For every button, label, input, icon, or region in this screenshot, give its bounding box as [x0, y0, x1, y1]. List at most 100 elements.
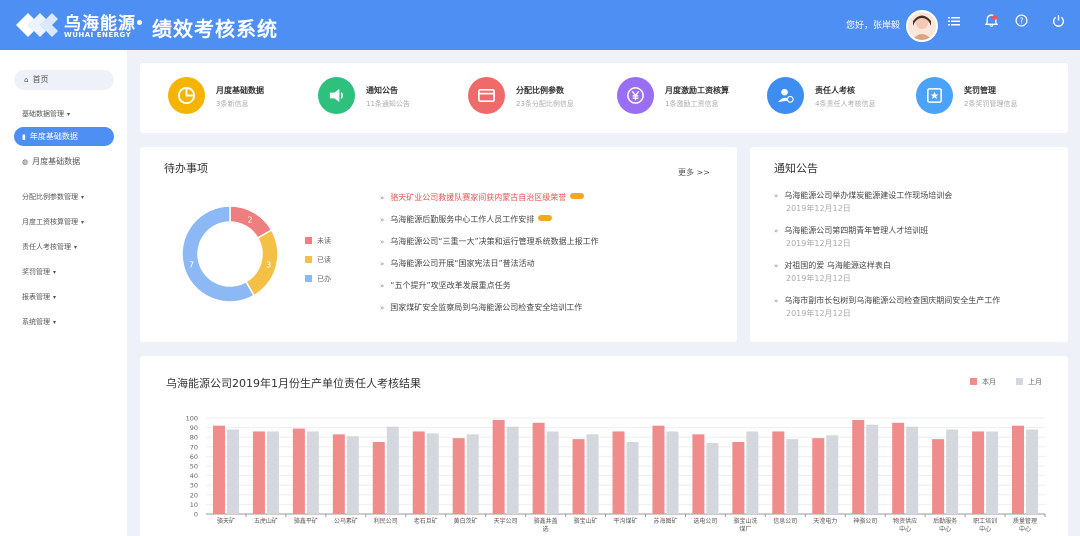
sidebar-item-annual-data[interactable]: ▮ 年度基础数据: [14, 127, 114, 146]
notice-item[interactable]: » 对祖国的爱 乌海能源这样表白: [774, 260, 891, 271]
bar-last-month: [666, 431, 679, 514]
sidebar-item-home[interactable]: ⌂ 首页: [14, 70, 114, 90]
home-icon: ⌂: [24, 76, 29, 84]
bar-this-month: [292, 428, 305, 514]
sidebar-group-ratio[interactable]: 分配比例参数管理 ▾: [22, 192, 84, 202]
bar-this-month: [692, 434, 705, 514]
title-dot: [137, 20, 142, 25]
bar-this-month: [892, 422, 905, 514]
x-tick-label: 选电公司: [693, 517, 717, 525]
notice-date: 2019年12月12日: [786, 204, 851, 213]
bar-last-month: [426, 433, 439, 514]
todo-panel: 待办事项 更多 >> 2 3 7 未读 已读 已办 » 骆天矿业公司救援队赛家间获内蒙…: [140, 147, 737, 342]
todo-item[interactable]: » 乌海能源公司“三重一大”决策和运行管理系统数据上报工作: [380, 236, 599, 247]
x-tick-label: 公乌素矿: [334, 517, 358, 525]
quick-link-incentive[interactable]: 月度激励工资核算 1条激励工资信息: [617, 77, 757, 117]
bar-last-month: [986, 431, 999, 514]
new-badge: [570, 193, 585, 199]
new-badge: [538, 215, 553, 221]
bar-last-month: [506, 426, 519, 514]
y-tick-label: 30: [190, 482, 198, 490]
x-tick-label: 骆鑫平矿: [294, 517, 318, 525]
notice-item[interactable]: » 乌海能源公司第四期青年管理人才培训班: [774, 225, 928, 236]
sidebar-group-assessment[interactable]: 责任人考核管理 ▾: [22, 242, 77, 252]
bar-this-month: [652, 425, 665, 514]
bar-this-month: [1012, 425, 1025, 514]
x-tick-label: 中心: [979, 525, 991, 533]
chevron-down-icon: ▾: [74, 244, 78, 251]
award-icon: [916, 77, 953, 114]
bar-chart: 0 10 2030 4050 60 7080 90100 骆天矿 五虎山矿 骆鑫平矿 公乌素矿 利民公…: [186, 415, 1046, 533]
x-tick-label: 利民公司: [374, 517, 398, 525]
menu-list-icon[interactable]: [945, 14, 963, 34]
bar-this-month: [252, 431, 265, 514]
sidebar-group-system[interactable]: 系统管理 ▾: [22, 317, 56, 327]
x-tick-label: 职工培训: [973, 517, 997, 525]
x-tick-label: 骆鑫井盖: [534, 517, 558, 525]
bar-this-month: [452, 438, 465, 514]
y-tick-label: 80: [190, 434, 198, 442]
notice-date: 2019年12月12日: [786, 274, 851, 283]
x-tick-label: 中心: [939, 525, 951, 533]
notice-item[interactable]: » 乌海市副市长包树到乌海能源公司检查国庆期间安全生产工作: [774, 295, 1000, 306]
bar-last-month: [1026, 429, 1039, 514]
card-icon: [468, 77, 505, 114]
y-tick-label: 40: [190, 472, 198, 480]
x-tick-label: 后勤服务: [933, 517, 957, 525]
todo-item[interactable]: » “五个提升”攻坚改革发展重点任务: [380, 280, 511, 291]
power-icon[interactable]: [1049, 14, 1067, 34]
sidebar-group-basic[interactable]: 基础数据管理 ▾: [22, 109, 70, 119]
svg-text:?: ?: [1019, 16, 1023, 25]
sidebar-group-report[interactable]: 报表管理 ▾: [22, 292, 56, 302]
chevron-down-icon: ▾: [53, 319, 57, 326]
bar-last-month: [826, 435, 839, 514]
chevron-down-icon: ▾: [81, 194, 85, 201]
sidebar: ⌂ 首页 基础数据管理 ▾ ▮ 年度基础数据 ◍ 月度基础数据 分配比例参数管理 ▾ 月度…: [0, 50, 127, 536]
bar-this-month: [372, 442, 385, 514]
x-tick-label: 天滢电力: [813, 517, 837, 525]
notice-panel: 通知公告 » 乌海能源公司举办煤炭能源建设工作现场培训会 2019年12月12日 …: [750, 147, 1068, 342]
quick-link-responsibility[interactable]: 责任人考核 4条责任人考核信息: [767, 77, 897, 117]
bar-chart-icon: ▮: [22, 133, 26, 141]
y-tick-label: 0: [194, 511, 198, 519]
todo-item[interactable]: » 国家煤矿安全监察局到乌海能源公司检查安全培训工作: [380, 302, 582, 313]
bell-icon[interactable]: [982, 14, 1000, 34]
help-icon[interactable]: ?: [1012, 14, 1030, 34]
bar-this-month: [732, 442, 745, 514]
bar-last-month: [626, 442, 639, 514]
bar-this-month: [812, 438, 825, 514]
bar-last-month: [746, 431, 759, 514]
bar-last-month: [346, 436, 359, 514]
todo-item[interactable]: » 乌海能源公司开展“国家宪法日”普法活动: [380, 258, 535, 269]
todo-item[interactable]: » 乌海能源后勤服务中心工作人员工作安排: [380, 214, 553, 225]
bar-this-month: [972, 431, 985, 514]
x-tick-label: 神骆公司: [853, 517, 877, 525]
bar-this-month: [612, 431, 625, 514]
quick-link-ratio[interactable]: 分配比例参数 23条分配比例信息: [468, 77, 598, 117]
quick-link-reward[interactable]: 奖罚管理 2条奖罚管理信息: [916, 77, 1046, 117]
quick-link-monthly-data[interactable]: 月度基础数据 3条新信息: [168, 77, 298, 117]
sidebar-group-reward[interactable]: 奖罚管理 ▾: [22, 267, 56, 277]
bar-this-month: [772, 431, 785, 514]
more-link[interactable]: 更多 >>: [678, 167, 710, 178]
y-tick-label: 60: [190, 453, 198, 461]
x-tick-label: 煤厂: [739, 525, 751, 533]
y-tick-label: 10: [190, 501, 198, 509]
chevron-down-icon: ▾: [67, 111, 71, 118]
bar-last-month: [546, 431, 559, 514]
x-tick-label: 平沟煤矿: [613, 517, 637, 525]
bar-last-month: [226, 429, 239, 514]
notice-item[interactable]: » 乌海能源公司举办煤炭能源建设工作现场培训会: [774, 190, 952, 201]
megaphone-icon: [318, 77, 355, 114]
bar-this-month: [532, 422, 545, 514]
sidebar-item-monthly-data[interactable]: ◍ 月度基础数据: [14, 152, 114, 171]
legend-unread: 未读: [305, 236, 331, 246]
todo-item[interactable]: » 骆天矿业公司救援队赛家间获内蒙古自治区级荣誉: [380, 192, 585, 203]
user-avatar[interactable]: [906, 10, 938, 42]
chevron-down-icon: ▾: [81, 219, 85, 226]
sidebar-group-salary[interactable]: 月度工资核算管理 ▾: [22, 217, 84, 227]
pie-chart-icon: [168, 77, 205, 114]
bar-last-month: [786, 439, 799, 514]
y-tick-label: 100: [186, 415, 198, 423]
quick-link-notices[interactable]: 通知公告 11条通知公告: [318, 77, 448, 117]
